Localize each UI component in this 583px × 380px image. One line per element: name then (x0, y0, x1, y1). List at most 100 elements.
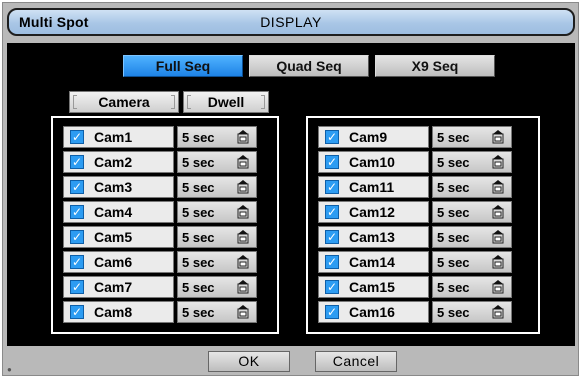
tab-full-seq[interactable]: Full Seq (123, 55, 243, 77)
dwell-value: 5 sec (437, 130, 470, 145)
dwell-value: 5 sec (182, 155, 215, 170)
multi-spot-window: Multi Spot DISPLAY Full Seq Quad Seq X9 … (2, 2, 579, 376)
dwell-dropdown[interactable]: 5 sec (432, 176, 512, 198)
dropdown-arrow-icon (492, 280, 504, 294)
dwell-column-header[interactable]: Dwell (183, 91, 269, 113)
dwell-dropdown[interactable]: 5 sec (177, 301, 257, 323)
sequence-tabs: Full Seq Quad Seq X9 Seq (123, 55, 501, 79)
camera-checkbox[interactable]: ✓ (70, 255, 84, 269)
camera-select[interactable]: ✓ Cam8 (63, 301, 174, 323)
camera-label: Cam11 (349, 179, 395, 195)
camera-select[interactable]: ✓ Cam11 (318, 176, 429, 198)
dwell-dropdown[interactable]: 5 sec (177, 151, 257, 173)
camera-select[interactable]: ✓ Cam3 (63, 176, 174, 198)
dwell-value: 5 sec (182, 230, 215, 245)
camera-checkbox[interactable]: ✓ (70, 155, 84, 169)
dropdown-arrow-icon (237, 305, 249, 319)
dwell-value: 5 sec (182, 305, 215, 320)
dropdown-arrow-icon (237, 180, 249, 194)
camera-column-header[interactable]: Camera (69, 91, 179, 113)
dwell-dropdown[interactable]: 5 sec (177, 126, 257, 148)
camera-label: Cam9 (349, 129, 388, 145)
camera-select[interactable]: ✓ Cam4 (63, 201, 174, 223)
camera-label: Cam13 (349, 229, 395, 245)
dwell-value: 5 sec (182, 280, 215, 295)
camera-label: Cam5 (94, 229, 133, 245)
dwell-value: 5 sec (437, 230, 470, 245)
camera-checkbox[interactable]: ✓ (325, 180, 339, 194)
tab-x9-seq[interactable]: X9 Seq (375, 55, 495, 77)
camera-checkbox[interactable]: ✓ (325, 155, 339, 169)
camera-label: Cam1 (94, 129, 133, 145)
window-heading: DISPLAY (260, 14, 322, 30)
dwell-dropdown[interactable]: 5 sec (177, 226, 257, 248)
content-panel: Full Seq Quad Seq X9 Seq Camera Dwell ✓ C… (7, 43, 575, 346)
camera-select[interactable]: ✓ Cam13 (318, 226, 429, 248)
dropdown-arrow-icon (237, 280, 249, 294)
camera-checkbox[interactable]: ✓ (325, 230, 339, 244)
dwell-dropdown[interactable]: 5 sec (177, 201, 257, 223)
camera-checkbox[interactable]: ✓ (70, 180, 84, 194)
camera-select[interactable]: ✓ Cam9 (318, 126, 429, 148)
dwell-dropdown[interactable]: 5 sec (432, 151, 512, 173)
camera-select[interactable]: ✓ Cam14 (318, 251, 429, 273)
dwell-dropdown[interactable]: 5 sec (432, 251, 512, 273)
dwell-value: 5 sec (182, 205, 215, 220)
dwell-value: 5 sec (182, 255, 215, 270)
camera-label: Cam6 (94, 254, 133, 270)
dropdown-arrow-icon (492, 305, 504, 319)
dropdown-arrow-icon (237, 255, 249, 269)
dwell-value: 5 sec (437, 155, 470, 170)
camera-checkbox[interactable]: ✓ (70, 280, 84, 294)
camera-select[interactable]: ✓ Cam5 (63, 226, 174, 248)
dwell-value: 5 sec (437, 280, 470, 295)
camera-checkbox[interactable]: ✓ (325, 255, 339, 269)
dwell-dropdown[interactable]: 5 sec (432, 126, 512, 148)
camera-select[interactable]: ✓ Cam16 (318, 301, 429, 323)
camera-checkbox[interactable]: ✓ (325, 280, 339, 294)
camera-label: Cam14 (349, 254, 395, 270)
camera-select[interactable]: ✓ Cam1 (63, 126, 174, 148)
dwell-dropdown[interactable]: 5 sec (177, 276, 257, 298)
tab-quad-seq[interactable]: Quad Seq (249, 55, 369, 77)
camera-select[interactable]: ✓ Cam15 (318, 276, 429, 298)
camera-label: Cam10 (349, 154, 395, 170)
camera-select[interactable]: ✓ Cam7 (63, 276, 174, 298)
dwell-value: 5 sec (437, 205, 470, 220)
dwell-dropdown[interactable]: 5 sec (177, 176, 257, 198)
camera-label: Cam7 (94, 279, 133, 295)
camera-label: Cam2 (94, 154, 133, 170)
dwell-value: 5 sec (437, 255, 470, 270)
camera-checkbox[interactable]: ✓ (325, 130, 339, 144)
camera-select[interactable]: ✓ Cam12 (318, 201, 429, 223)
camera-select[interactable]: ✓ Cam2 (63, 151, 174, 173)
dwell-value: 5 sec (182, 180, 215, 195)
camera-group-1-8: ✓ Cam1 5 sec ✓ Cam2 5 sec ✓ Cam3 5 sec ✓ Cam4 5 sec… (51, 116, 279, 334)
camera-checkbox[interactable]: ✓ (70, 130, 84, 144)
dropdown-arrow-icon (492, 155, 504, 169)
dwell-dropdown[interactable]: 5 sec (177, 251, 257, 273)
dropdown-arrow-icon (492, 255, 504, 269)
camera-checkbox[interactable]: ✓ (70, 230, 84, 244)
cancel-button[interactable]: Cancel (315, 351, 397, 372)
dropdown-arrow-icon (237, 230, 249, 244)
dwell-dropdown[interactable]: 5 sec (432, 301, 512, 323)
dropdown-arrow-icon (492, 230, 504, 244)
dwell-dropdown[interactable]: 5 sec (432, 201, 512, 223)
camera-select[interactable]: ✓ Cam6 (63, 251, 174, 273)
camera-checkbox[interactable]: ✓ (70, 205, 84, 219)
dropdown-arrow-icon (237, 205, 249, 219)
camera-label: Cam12 (349, 204, 395, 220)
camera-group-9-16: ✓ Cam9 5 sec ✓ Cam10 5 sec ✓ Cam11 5 sec ✓ Cam12 5 … (306, 116, 540, 334)
dwell-dropdown[interactable]: 5 sec (432, 276, 512, 298)
camera-label: Cam3 (94, 179, 133, 195)
ok-button[interactable]: OK (208, 351, 290, 372)
dropdown-arrow-icon (492, 180, 504, 194)
camera-label: Cam8 (94, 304, 133, 320)
dwell-dropdown[interactable]: 5 sec (432, 226, 512, 248)
camera-checkbox[interactable]: ✓ (325, 305, 339, 319)
camera-checkbox[interactable]: ✓ (70, 305, 84, 319)
camera-select[interactable]: ✓ Cam10 (318, 151, 429, 173)
dropdown-arrow-icon (237, 155, 249, 169)
camera-checkbox[interactable]: ✓ (325, 205, 339, 219)
